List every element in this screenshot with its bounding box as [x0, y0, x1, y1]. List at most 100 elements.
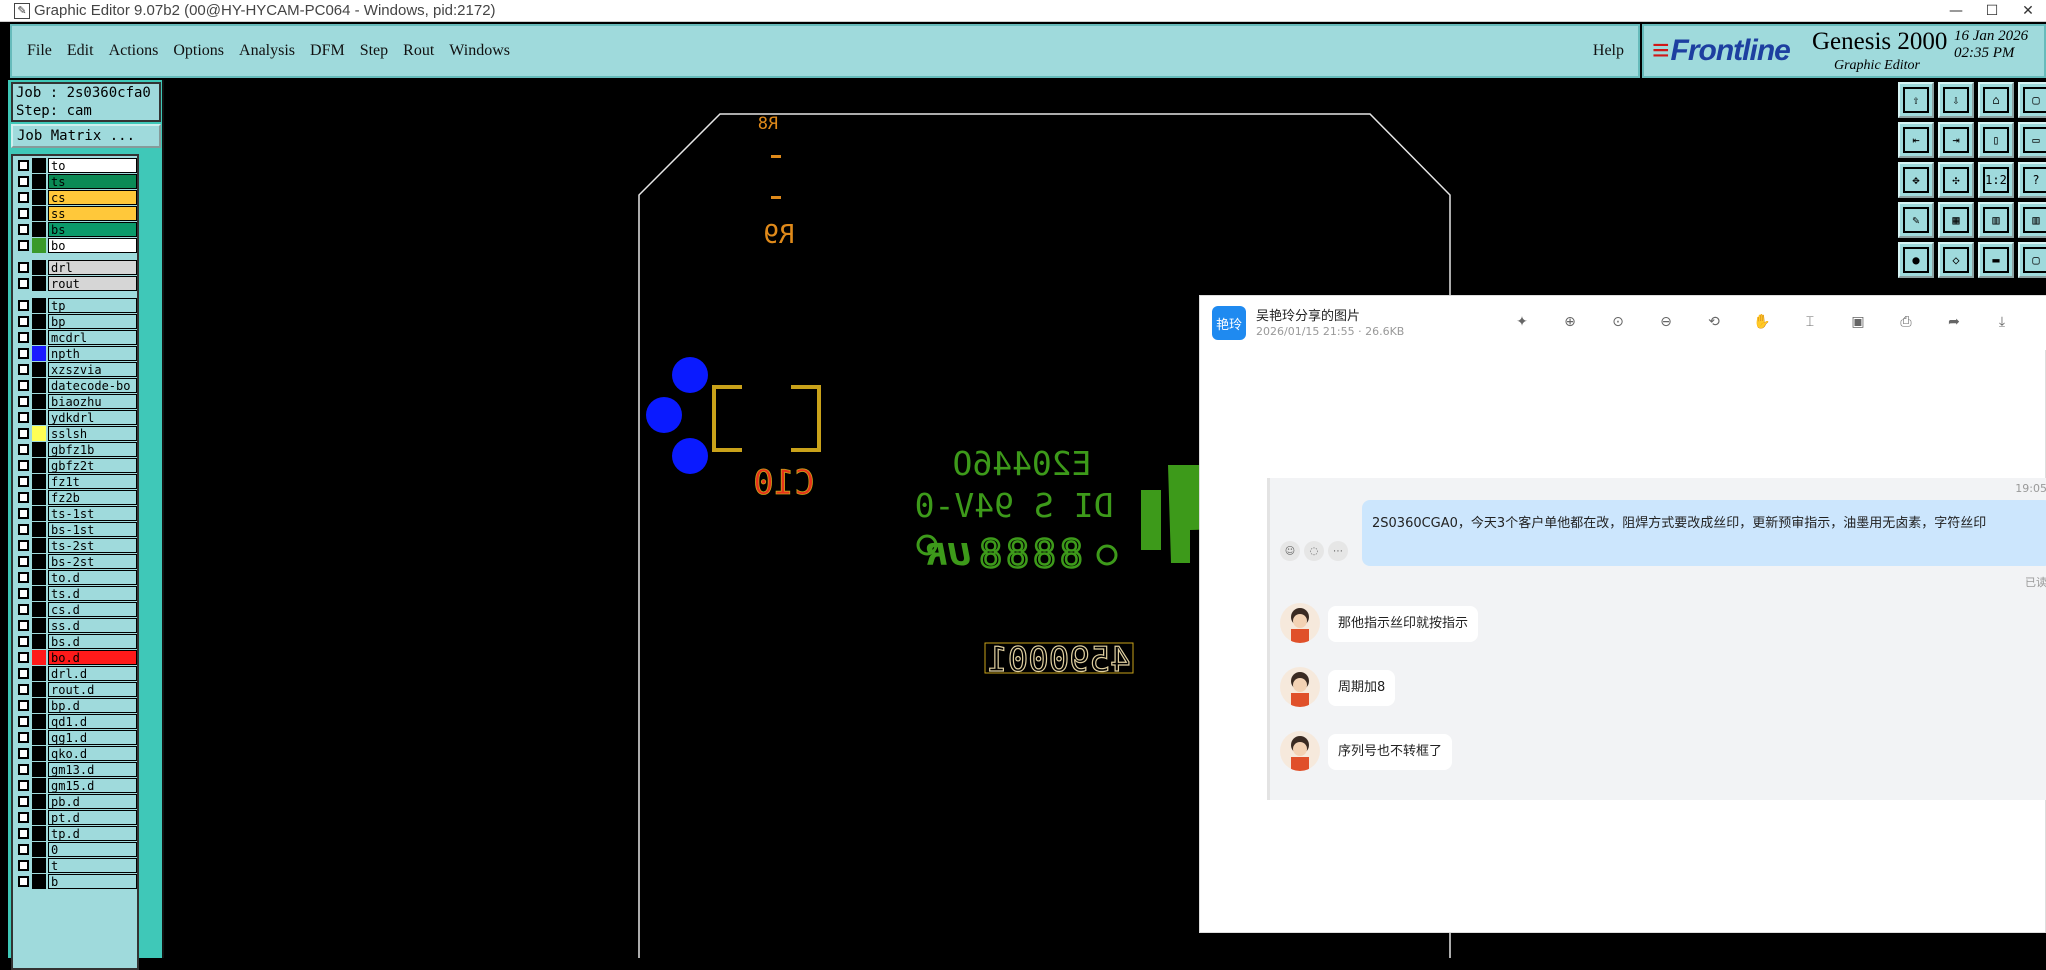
grid-icon[interactable]: ▦: [1938, 202, 1974, 238]
layer-checkbox[interactable]: [18, 380, 29, 391]
layer-row[interactable]: datecode-bo: [15, 378, 137, 393]
layer-color-swatch[interactable]: [32, 730, 46, 745]
layer-row[interactable]: mcdrl: [15, 330, 137, 345]
layer-color-swatch[interactable]: [32, 602, 46, 617]
window-icon[interactable]: ▢: [2018, 82, 2046, 118]
layer-name[interactable]: bs-1st: [48, 522, 137, 537]
layer-checkbox[interactable]: [18, 444, 29, 455]
layer-row[interactable]: fz1t: [15, 474, 137, 489]
layer-checkbox[interactable]: [18, 412, 29, 423]
layer-name[interactable]: bs: [48, 222, 137, 237]
menu-analysis[interactable]: Analysis: [239, 42, 295, 60]
layer-name[interactable]: t: [48, 858, 137, 873]
menu-step[interactable]: Step: [360, 42, 388, 60]
layer-checkbox[interactable]: [18, 556, 29, 567]
layer-checkbox[interactable]: [18, 732, 29, 743]
layer-row[interactable]: tp: [15, 298, 137, 313]
layer-row[interactable]: bs: [15, 222, 137, 237]
layer-name[interactable]: ts.d: [48, 586, 137, 601]
layer-name[interactable]: fz2b: [48, 490, 137, 505]
layer-color-swatch[interactable]: [32, 842, 46, 857]
layer-checkbox[interactable]: [18, 812, 29, 823]
layer-color-swatch[interactable]: [32, 714, 46, 729]
layer-row[interactable]: t: [15, 858, 137, 873]
layer-color-swatch[interactable]: [32, 698, 46, 713]
layer-row[interactable]: gm13.d: [15, 762, 137, 777]
layer-checkbox[interactable]: [18, 668, 29, 679]
layer-color-swatch[interactable]: [32, 238, 46, 253]
ocr-icon[interactable]: ⌶: [1800, 312, 1820, 332]
layer-color-swatch[interactable]: [32, 618, 46, 633]
layer-checkbox[interactable]: [18, 780, 29, 791]
more-icon[interactable]: ⋯: [1328, 541, 1348, 561]
menu-rout[interactable]: Rout: [403, 42, 434, 60]
layer-color-swatch[interactable]: [32, 794, 46, 809]
layer-color-swatch[interactable]: [32, 260, 46, 275]
layer-color-swatch[interactable]: [32, 666, 46, 681]
layer-row[interactable]: rout: [15, 276, 137, 291]
layer-name[interactable]: ydkdrl: [48, 410, 137, 425]
menu-options[interactable]: Options: [173, 42, 224, 60]
snap-icon[interactable]: ●: [1898, 242, 1934, 278]
layer-row[interactable]: pt.d: [15, 810, 137, 825]
layer-color-swatch[interactable]: [32, 650, 46, 665]
layer-name[interactable]: gbfz1b: [48, 442, 137, 457]
layer-name[interactable]: qd1.d: [48, 714, 137, 729]
layer-color-swatch[interactable]: [32, 330, 46, 345]
magic-wand-icon[interactable]: ✦: [1512, 312, 1532, 332]
layer-row[interactable]: bs.d: [15, 634, 137, 649]
layer-color-swatch[interactable]: [32, 222, 46, 237]
layer-color-swatch[interactable]: [32, 298, 46, 313]
open-icon[interactable]: ⇩: [1938, 82, 1974, 118]
layer-row[interactable]: ts-1st: [15, 506, 137, 521]
layer-checkbox[interactable]: [18, 844, 29, 855]
minimize-button[interactable]: —: [1938, 0, 1974, 22]
layer-row[interactable]: bp: [15, 314, 137, 329]
layer-color-swatch[interactable]: [32, 158, 46, 173]
layer-row[interactable]: tp.d: [15, 826, 137, 841]
layer-color-swatch[interactable]: [32, 506, 46, 521]
layers-red-icon[interactable]: ▥: [2018, 202, 2046, 238]
layer-name[interactable]: gm13.d: [48, 762, 137, 777]
layer-name[interactable]: ts: [48, 174, 137, 189]
layer-row[interactable]: xzszvia: [15, 362, 137, 377]
layer-name[interactable]: qg1.d: [48, 730, 137, 745]
layer-row[interactable]: qg1.d: [15, 730, 137, 745]
layer-checkbox[interactable]: [18, 716, 29, 727]
layer-name[interactable]: pb.d: [48, 794, 137, 809]
layer-color-swatch[interactable]: [32, 570, 46, 585]
layer-color-swatch[interactable]: [32, 634, 46, 649]
layer-checkbox[interactable]: [18, 860, 29, 871]
layer-name[interactable]: sslsh: [48, 426, 137, 441]
layer-checkbox[interactable]: [18, 764, 29, 775]
layer-color-swatch[interactable]: [32, 190, 46, 205]
edit-icon[interactable]: ✎: [1898, 202, 1934, 238]
layer-color-swatch[interactable]: [32, 394, 46, 409]
layer-name[interactable]: cs: [48, 190, 137, 205]
layer-name[interactable]: npth: [48, 346, 137, 361]
layer-name[interactable]: ts-2st: [48, 538, 137, 553]
layer-checkbox[interactable]: [18, 604, 29, 615]
layer-checkbox[interactable]: [18, 332, 29, 343]
layer-checkbox[interactable]: [18, 540, 29, 551]
menu-actions[interactable]: Actions: [109, 42, 159, 60]
layer-color-swatch[interactable]: [32, 538, 46, 553]
layer-color-swatch[interactable]: [32, 378, 46, 393]
layer-checkbox[interactable]: [18, 278, 29, 289]
layer-color-swatch[interactable]: [32, 474, 46, 489]
maximize-button[interactable]: ☐: [1974, 0, 2010, 22]
layer-name[interactable]: rout.d: [48, 682, 137, 697]
hand-icon[interactable]: ✋: [1752, 312, 1772, 332]
zoom-fit-icon[interactable]: ✥: [1898, 162, 1934, 198]
layer-color-swatch[interactable]: [32, 458, 46, 473]
menu-help[interactable]: Help: [1593, 42, 1624, 60]
layer-checkbox[interactable]: [18, 572, 29, 583]
layer-name[interactable]: biaozhu: [48, 394, 137, 409]
original-size-icon[interactable]: ⊙: [1608, 312, 1628, 332]
layer-checkbox[interactable]: [18, 700, 29, 711]
split-icon[interactable]: ▭: [2018, 122, 2046, 158]
layer-row[interactable]: bs-2st: [15, 554, 137, 569]
layer-row[interactable]: cs: [15, 190, 137, 205]
share-icon[interactable]: ➦: [1944, 312, 1964, 332]
layer-color-swatch[interactable]: [32, 490, 46, 505]
